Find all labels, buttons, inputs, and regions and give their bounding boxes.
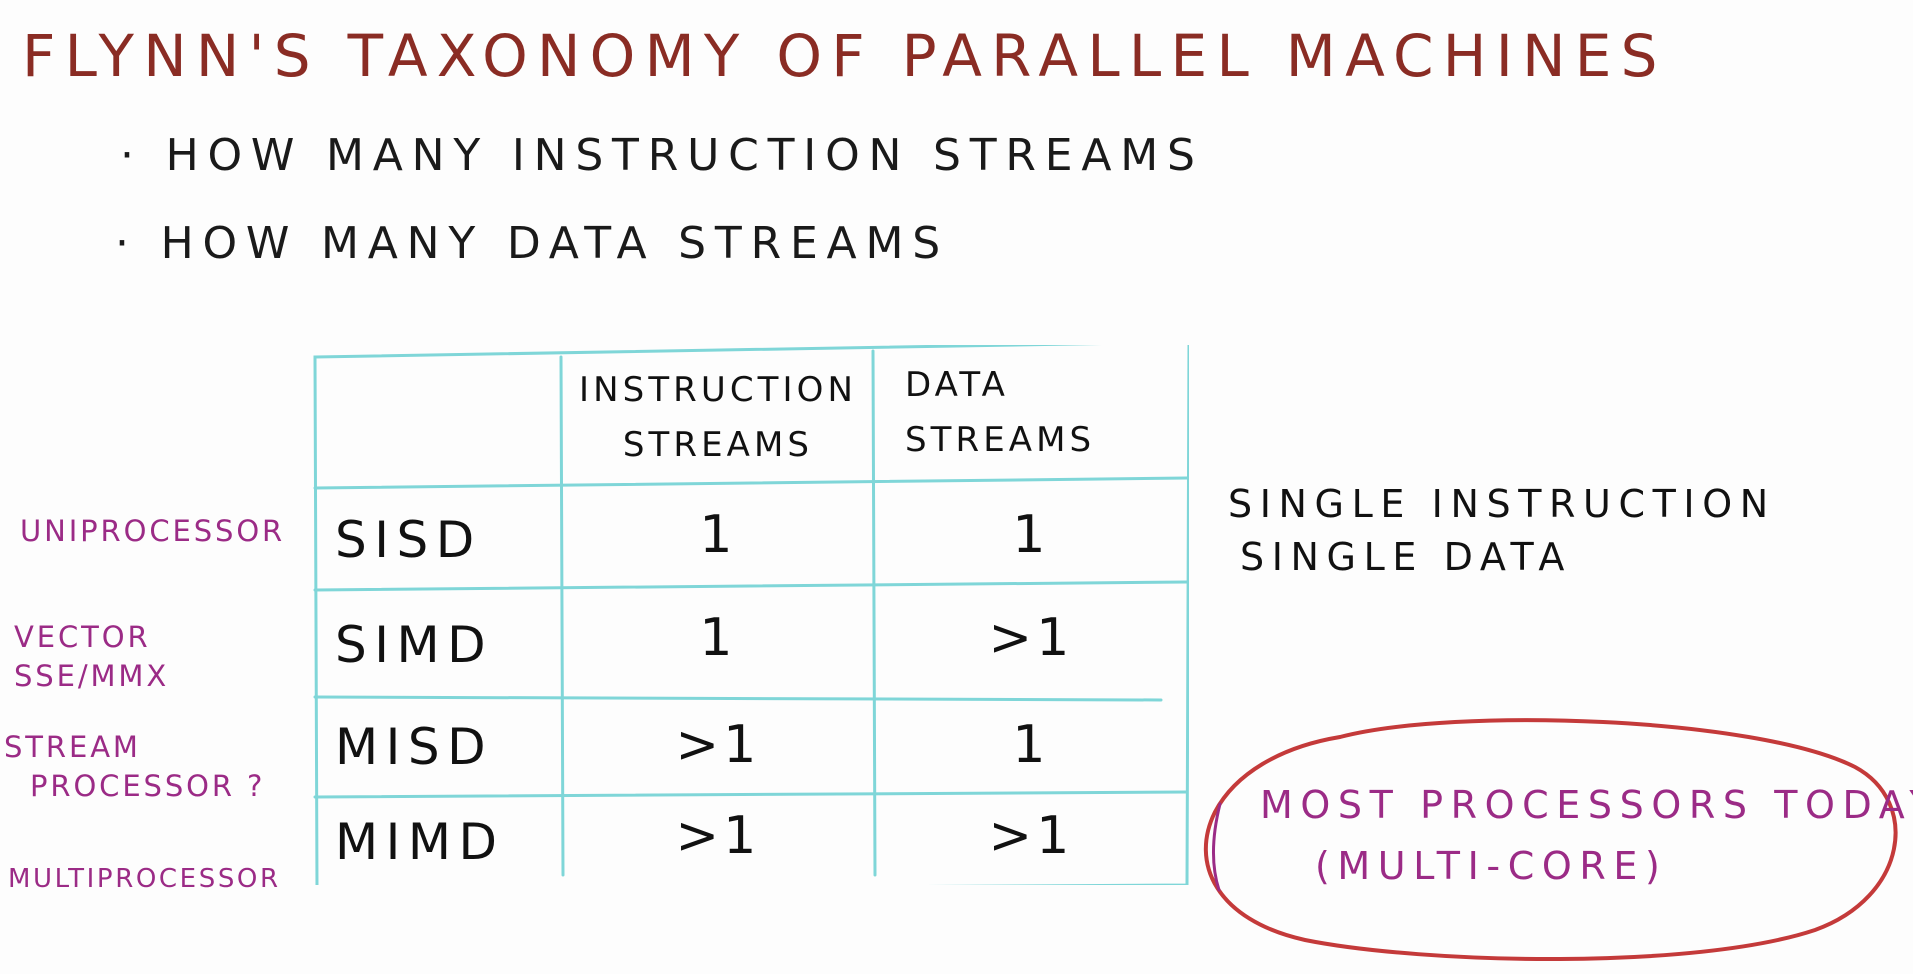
cell-misd-data: 1 xyxy=(1012,714,1050,775)
note-most-processors-today: MOST PROCESSORS TODAY (MULTI-CORE) xyxy=(1260,775,1913,897)
label-stream-line2: PROCESSOR ? xyxy=(30,769,266,804)
cell-simd-instruction: 1 xyxy=(699,607,737,668)
cell-simd-data: >1 xyxy=(988,607,1074,668)
taxonomy-table: INSTRUCTION STREAMS DATA STREAMS SISD 1 … xyxy=(313,345,1189,885)
row-name-sisd: SISD xyxy=(335,511,482,569)
bullet-data-streams: · HOW MANY DATA STREAMS xyxy=(115,218,949,269)
row-name-simd: SIMD xyxy=(335,615,494,674)
row-name-mimd: MIMD xyxy=(335,813,505,871)
bullet-instruction-streams: · HOW MANY INSTRUCTION STREAMS xyxy=(120,130,1204,181)
cell-sisd-data: 1 xyxy=(1012,505,1050,565)
label-multiprocessor: MULTIPROCESSOR xyxy=(8,864,281,894)
label-vector-line2: SSE/MMX xyxy=(14,659,170,694)
header-instruction-line1: INSTRUCTION xyxy=(579,370,857,411)
cell-sisd-instruction: 1 xyxy=(699,505,737,565)
header-data-streams: DATA STREAMS xyxy=(875,350,1187,475)
header-instruction-line2: STREAMS xyxy=(622,424,814,465)
label-uniprocessor: UNIPROCESSOR xyxy=(20,514,286,548)
label-vector-line1: VECTOR xyxy=(14,620,151,654)
cell-misd-instruction: >1 xyxy=(675,714,761,775)
cell-mimd-data: >1 xyxy=(988,805,1074,866)
note-multicore-line2: (MULTI-CORE) xyxy=(1315,843,1668,888)
label-vector: VECTOR SSE/MMX xyxy=(14,618,169,696)
note-single-instruction-single-data: SINGLE INSTRUCTION SINGLE DATA xyxy=(1228,478,1776,584)
row-name-misd: MISD xyxy=(335,718,494,776)
note-line2: SINGLE DATA xyxy=(1240,535,1572,580)
note-most-processors-line1: MOST PROCESSORS TODAY xyxy=(1260,783,1913,827)
page-title: FLYNN'S TAXONOMY OF PARALLEL MACHINES xyxy=(22,22,1667,90)
header-data-line2: STREAMS xyxy=(905,419,1096,460)
whiteboard-canvas: FLYNN'S TAXONOMY OF PARALLEL MACHINES · … xyxy=(0,0,1913,974)
cell-mimd-instruction: >1 xyxy=(675,805,761,866)
label-stream-line1: STREAM xyxy=(4,730,141,764)
note-line1: SINGLE INSTRUCTION xyxy=(1228,482,1776,526)
header-instruction-streams: INSTRUCTION STREAMS xyxy=(563,355,873,480)
label-stream-processor: STREAM PROCESSOR ? xyxy=(4,728,265,806)
header-data-line1: DATA xyxy=(905,365,1009,406)
